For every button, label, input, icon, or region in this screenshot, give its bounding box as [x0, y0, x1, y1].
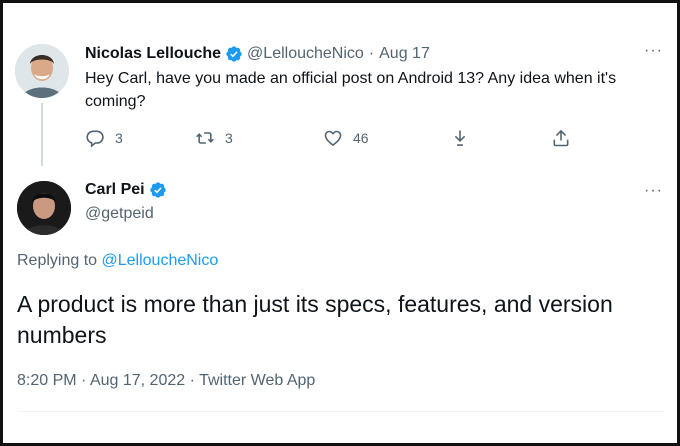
- parent-tweet-header: Nicolas Lellouche @LelloucheNico · Aug 1…: [85, 43, 430, 65]
- avatar-photo-icon: [17, 181, 71, 235]
- main-author-row: Carl Pei: [85, 181, 171, 199]
- parent-author-name[interactable]: Nicolas Lellouche: [85, 45, 221, 63]
- parent-tweet-actions: 3 3 46: [85, 128, 585, 150]
- tweet-time[interactable]: 8:20 PM: [17, 372, 77, 389]
- avatar[interactable]: [17, 181, 71, 235]
- meta-separator: ·: [81, 372, 87, 389]
- download-arrow-icon: [454, 130, 466, 146]
- parent-tweet-text: Hey Carl, have you made an official post…: [85, 70, 617, 110]
- more-options-icon[interactable]: ···: [644, 183, 663, 199]
- retweet-button[interactable]: 3: [195, 128, 233, 148]
- retweet-count: 3: [225, 130, 233, 146]
- main-author-name[interactable]: Carl Pei: [85, 181, 145, 199]
- parent-author-handle[interactable]: @LelloucheNico: [247, 45, 364, 63]
- avatar[interactable]: [15, 44, 69, 98]
- verified-badge-icon: [226, 46, 242, 62]
- more-options-icon[interactable]: ···: [644, 43, 663, 59]
- share-button[interactable]: [551, 128, 581, 148]
- like-button[interactable]: 46: [323, 128, 369, 148]
- heart-icon: [324, 130, 342, 147]
- meta-separator: ·: [189, 372, 195, 389]
- replying-to: Replying to @LelloucheNico: [17, 252, 218, 270]
- divider: [17, 411, 665, 412]
- reply-button[interactable]: 3: [85, 128, 123, 148]
- reply-icon: [86, 130, 104, 148]
- save-button[interactable]: [450, 128, 480, 148]
- replying-to-handle-link[interactable]: @LelloucheNico: [102, 252, 219, 269]
- avatar-photo-icon: [15, 44, 69, 98]
- replying-to-label: Replying to: [17, 252, 98, 269]
- tweet-screenshot: Nicolas Lellouche @LelloucheNico · Aug 1…: [0, 0, 680, 446]
- tweet-source[interactable]: Twitter Web App: [199, 372, 315, 389]
- header-separator: ·: [368, 45, 375, 62]
- main-tweet-text: A product is more than just its specs, f…: [17, 291, 613, 348]
- verified-badge-icon: [149, 182, 166, 198]
- share-icon: [553, 129, 569, 147]
- retweet-icon: [196, 132, 214, 144]
- tweet-date[interactable]: Aug 17, 2022: [90, 372, 185, 389]
- tweet-metadata: 8:20 PM · Aug 17, 2022 · Twitter Web App: [17, 372, 315, 390]
- parent-tweet-date[interactable]: Aug 17: [379, 45, 430, 63]
- reply-count: 3: [115, 130, 123, 146]
- main-author-handle[interactable]: @getpeid: [85, 205, 154, 223]
- thread-connector-line: [41, 103, 43, 166]
- like-count: 46: [353, 130, 369, 146]
